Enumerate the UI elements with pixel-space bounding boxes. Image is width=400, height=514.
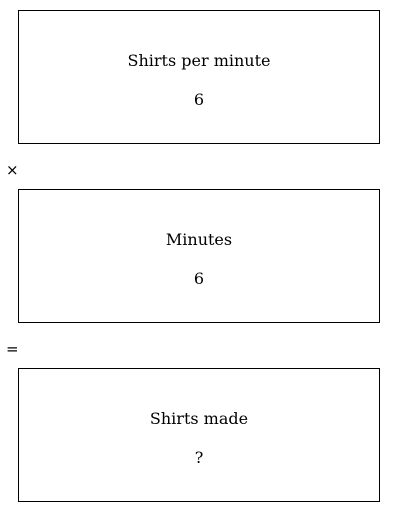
equals-operator: = — [6, 340, 19, 358]
multiply-operator: × — [6, 161, 19, 179]
minutes-box: Minutes 6 — [18, 189, 380, 323]
shirts-per-minute-box: Shirts per minute 6 — [18, 10, 380, 144]
shirts-made-box: Shirts made ? — [18, 368, 380, 502]
box-value: 6 — [193, 90, 205, 109]
box-value: 6 — [193, 269, 205, 288]
box-label: Minutes — [165, 230, 233, 249]
box-label: Shirts per minute — [127, 51, 271, 70]
box-label: Shirts made — [149, 409, 249, 428]
box-value: ? — [194, 448, 204, 467]
